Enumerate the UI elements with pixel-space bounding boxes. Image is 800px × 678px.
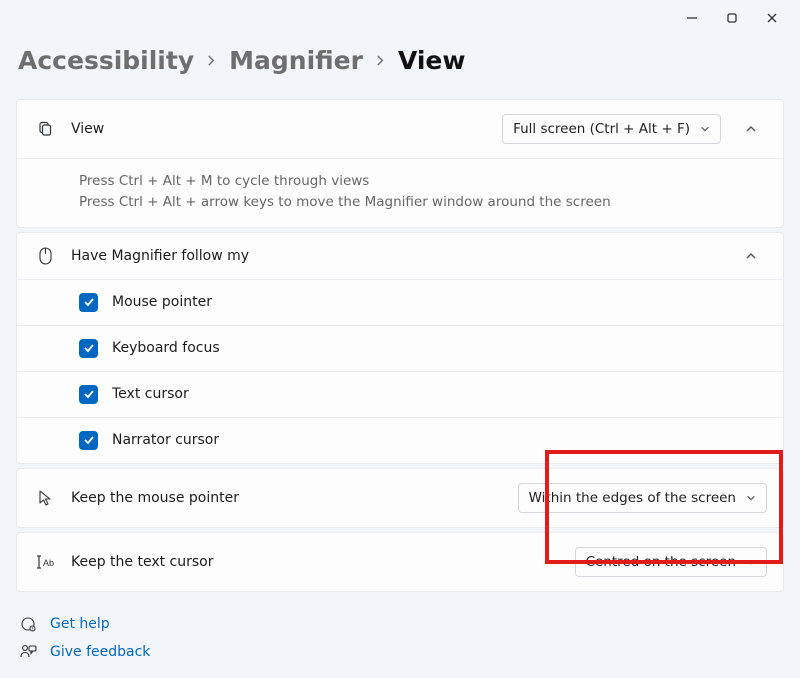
svg-text:Ab: Ab [43, 558, 54, 568]
breadcrumb: Accessibility Magnifier View [16, 46, 784, 75]
follow-option-label: Text cursor [112, 386, 189, 402]
follow-option-label: Keyboard focus [112, 340, 220, 356]
chevron-down-icon [746, 557, 756, 567]
follow-option-row: Narrator cursor [17, 417, 783, 463]
checkbox-mouse-pointer[interactable] [79, 293, 98, 312]
breadcrumb-view: View [398, 46, 466, 75]
cursor-arrow-icon [35, 489, 55, 507]
window-minimize-button[interactable] [672, 4, 712, 32]
mouse-outline-icon [35, 247, 55, 265]
keep-text-cursor-value: Centred on the screen [586, 554, 736, 570]
checkbox-text-cursor[interactable] [79, 385, 98, 404]
keep-text-cursor-dropdown[interactable]: Centred on the screen [575, 547, 767, 577]
get-help-link[interactable]: ? Get help [18, 610, 784, 638]
follow-collapse-button[interactable] [737, 250, 765, 262]
view-tips: Press Ctrl + Alt + M to cycle through vi… [17, 158, 783, 227]
view-mode-dropdown[interactable]: Full screen (Ctrl + Alt + F) [502, 114, 721, 144]
view-mode-value: Full screen (Ctrl + Alt + F) [513, 121, 690, 137]
give-feedback-link[interactable]: Give feedback [18, 638, 784, 666]
view-tip-line: Press Ctrl + Alt + arrow keys to move th… [79, 192, 765, 213]
follow-option-row: Keyboard focus [17, 325, 783, 371]
checkbox-narrator-cursor[interactable] [79, 431, 98, 450]
window-close-button[interactable] [752, 4, 792, 32]
keep-text-cursor-label: Keep the text cursor [71, 554, 559, 570]
help-icon: ? [18, 616, 38, 632]
follow-label: Have Magnifier follow my [71, 248, 721, 264]
view-label: View [71, 121, 486, 137]
breadcrumb-accessibility[interactable]: Accessibility [18, 46, 194, 75]
keep-mouse-pointer-label: Keep the mouse pointer [71, 490, 502, 506]
chevron-down-icon [746, 493, 756, 503]
breadcrumb-magnifier[interactable]: Magnifier [229, 46, 363, 75]
feedback-icon [18, 644, 38, 660]
follow-option-row: Mouse pointer [17, 279, 783, 325]
text-cursor-icon: Ab [35, 554, 55, 570]
keep-text-cursor-row: Ab Keep the text cursor Centred on the s… [16, 532, 784, 592]
chevron-right-icon [206, 55, 217, 66]
follow-option-row: Text cursor [17, 371, 783, 417]
view-collapse-button[interactable] [737, 123, 765, 135]
keep-mouse-pointer-row: Keep the mouse pointer Within the edges … [16, 468, 784, 528]
keep-mouse-pointer-value: Within the edges of the screen [529, 490, 736, 506]
window-maximize-button[interactable] [712, 4, 752, 32]
view-expander-card: View Full screen (Ctrl + Alt + F) Press … [16, 99, 784, 228]
get-help-text: Get help [50, 616, 110, 632]
give-feedback-text: Give feedback [50, 644, 150, 660]
follow-expander-card: Have Magnifier follow my Mouse pointer K… [16, 232, 784, 464]
copy-icon [35, 121, 55, 137]
chevron-right-icon [375, 55, 386, 66]
follow-option-label: Narrator cursor [112, 432, 219, 448]
keep-mouse-pointer-dropdown[interactable]: Within the edges of the screen [518, 483, 767, 513]
checkbox-keyboard-focus[interactable] [79, 339, 98, 358]
view-tip-line: Press Ctrl + Alt + M to cycle through vi… [79, 171, 765, 192]
follow-option-label: Mouse pointer [112, 294, 212, 310]
chevron-down-icon [700, 124, 710, 134]
